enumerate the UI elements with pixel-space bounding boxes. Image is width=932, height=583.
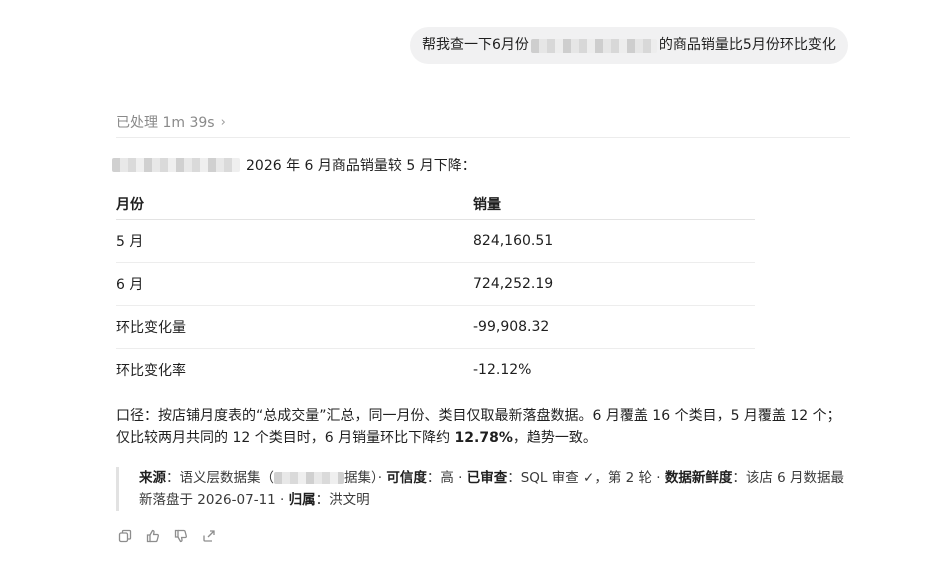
user-message-prefix: 帮我查一下6月份 xyxy=(422,37,529,53)
cell-value: 824,160.51 xyxy=(473,232,554,249)
header-month: 月份 xyxy=(116,197,144,213)
note-suffix: ，趋势一致。 xyxy=(512,430,597,446)
redacted-shop-name xyxy=(530,38,657,53)
user-message-bubble: 帮我查一下6月份 的商品销量比5月份环比变化 xyxy=(410,27,848,64)
processed-label: 已处理 1m 39s xyxy=(116,115,215,131)
chevron-right-icon: › xyxy=(220,114,226,130)
redacted-dataset-name xyxy=(274,472,344,484)
cell-month: 5 月 xyxy=(116,233,144,250)
cell-month: 6 月 xyxy=(116,276,144,293)
owner-label: 归属 xyxy=(288,492,316,508)
source-suffix: 据集）· xyxy=(344,470,387,486)
reviewed-label: 已审查 xyxy=(466,470,508,486)
source-quote: 来源：语义层数据集（ 据集）· 可信度：高 · 已审查：SQL 审查 ✓，第 2 … xyxy=(116,467,850,511)
freshness-label: 数据新鲜度 xyxy=(664,470,733,486)
source-prefix: ：语义层数据集（ xyxy=(166,470,274,486)
chat-page: 帮我查一下6月份 的商品销量比5月份环比变化 已处理 1m 39s › 2026… xyxy=(0,0,932,583)
table-row: 6 月 724,252.19 xyxy=(116,262,755,305)
header-sales: 销量 xyxy=(473,197,501,213)
answer-intro: 2026 年 6 月商品销量较 5 月下降： xyxy=(112,155,476,175)
thumbs-down-icon[interactable] xyxy=(173,528,188,543)
divider xyxy=(116,137,850,138)
table-row: 环比变化量 -99,908.32 xyxy=(116,305,755,348)
cell-value: -99,908.32 xyxy=(473,318,550,335)
message-actions xyxy=(117,528,216,543)
thumbs-up-icon[interactable] xyxy=(145,528,160,543)
user-message-suffix: 的商品销量比5月份环比变化 xyxy=(658,37,836,53)
cell-month: 环比变化率 xyxy=(116,362,186,379)
owner-value: ：洪文明 xyxy=(315,492,370,508)
source-label: 来源 xyxy=(139,470,166,486)
processed-toggle[interactable]: 已处理 1m 39s › xyxy=(116,112,226,132)
confidence-value: ：高 · xyxy=(426,470,467,486)
sales-table: 月份 销量 5 月 824,160.51 6 月 724,252.19 环比变化… xyxy=(116,190,755,391)
reviewed-value: ：SQL 审查 ✓，第 2 轮 · xyxy=(507,470,665,486)
table-row: 环比变化率 -12.12% xyxy=(116,348,755,391)
methodology-note: 口径：按店铺月度表的“总成交量”汇总，同一月份、类目仅取最新落盘数据。6 月覆盖… xyxy=(116,405,850,449)
intro-text: 2026 年 6 月商品销量较 5 月下降： xyxy=(246,158,476,174)
table-row: 5 月 824,160.51 xyxy=(116,219,755,262)
table-header-row: 月份 销量 xyxy=(116,190,755,219)
share-icon[interactable] xyxy=(201,528,216,543)
cell-month: 环比变化量 xyxy=(116,319,186,336)
redacted-shop-name xyxy=(112,158,240,172)
copy-icon[interactable] xyxy=(117,528,132,543)
cell-value: 724,252.19 xyxy=(473,275,554,292)
cell-value: -12.12% xyxy=(473,361,532,378)
note-highlight: 12.78% xyxy=(454,430,513,446)
confidence-label: 可信度 xyxy=(386,470,427,486)
